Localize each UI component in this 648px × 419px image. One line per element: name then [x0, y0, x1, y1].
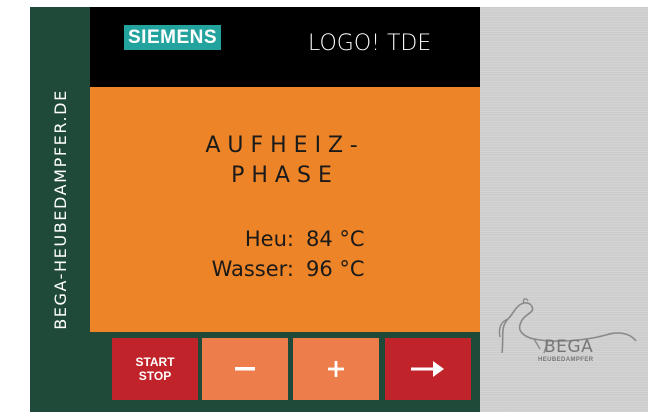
reading-label: Heu:	[244, 227, 294, 251]
brushed-metal-panel: BEGA HEUBEDAMPFER	[480, 7, 648, 412]
arrow-right-icon	[411, 361, 444, 377]
phase-line-1: AUFHEIZ-	[205, 133, 365, 158]
bega-wordmark: BEGA	[544, 337, 594, 357]
side-strip: BEGA-HEUBEDAMPFER.DE	[30, 7, 90, 412]
model-label: LOGO! TDE	[308, 31, 432, 56]
start-label: START	[135, 355, 175, 369]
button-bar: START STOP	[90, 332, 480, 412]
reading-water: Wasser: 96 °C	[90, 254, 480, 284]
reading-hay: Heu: 84 °C	[90, 224, 480, 254]
reading-label: Wasser:	[211, 257, 294, 281]
reading-value: 84 °C	[306, 227, 365, 251]
phase-line-2: PHASE	[231, 163, 339, 188]
plus-button[interactable]	[293, 338, 379, 400]
minus-icon	[235, 367, 255, 371]
siemens-logo: SIEMENS	[124, 25, 222, 50]
start-stop-button[interactable]: START STOP	[112, 338, 198, 400]
bega-subtitle: HEUBEDAMPFER	[538, 357, 594, 363]
reading-value: 96 °C	[306, 257, 365, 281]
status-panel: AUFHEIZ- PHASE Heu: 84 °C Wasser: 96 °C	[90, 87, 480, 332]
readouts: Heu: 84 °C Wasser: 96 °C	[90, 224, 480, 284]
bega-logo: BEGA HEUBEDAMPFER	[494, 297, 644, 369]
stop-label: STOP	[138, 369, 172, 383]
display-header: SIEMENS LOGO! TDE	[90, 7, 480, 87]
device-frame: BEGA-HEUBEDAMPFER.DE SIEMENS LOGO! TDE A…	[30, 7, 648, 412]
minus-button[interactable]	[202, 338, 288, 400]
next-button[interactable]	[385, 338, 471, 400]
phase-title: AUFHEIZ- PHASE	[90, 131, 480, 191]
website-label: BEGA-HEUBEDAMPFER.DE	[50, 89, 70, 330]
plus-icon	[328, 361, 344, 377]
